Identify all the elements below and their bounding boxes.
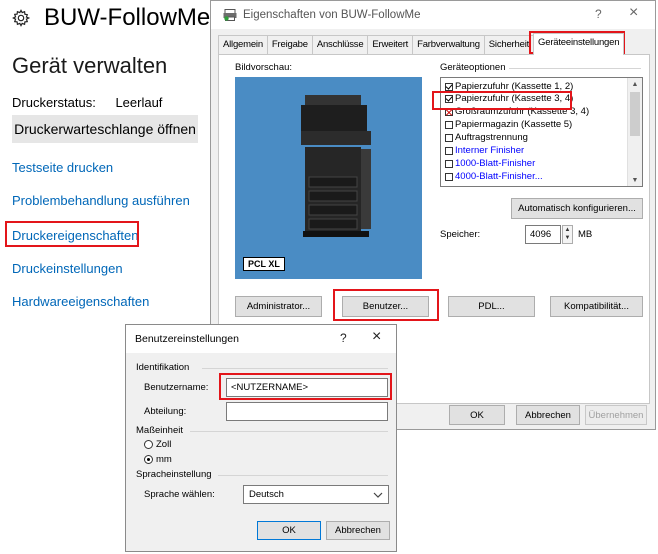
user-settings-dialog: Benutzereinstellungen ? × Identifikation… xyxy=(125,324,397,552)
checkbox-icon[interactable] xyxy=(445,172,453,181)
memory-spinner[interactable]: ▲ ▼ xyxy=(562,225,573,244)
list-item[interactable]: 1000-Blatt-Finisher xyxy=(445,158,535,169)
user-ok-button[interactable]: OK xyxy=(257,521,321,540)
tab-security[interactable]: Sicherheit xyxy=(483,35,535,55)
tab-advanced[interactable]: Erweitert xyxy=(367,35,414,55)
tab-color-management[interactable]: Farbverwaltung xyxy=(412,35,485,55)
preview-label: Bildvorschau: xyxy=(235,62,293,73)
printer-icon xyxy=(223,9,237,21)
language-value: Deutsch xyxy=(249,489,284,500)
checkbox-icon[interactable] xyxy=(445,146,453,155)
manage-device-heading: Gerät verwalten xyxy=(12,53,168,78)
tab-device-settings[interactable]: Geräteeinstellungen xyxy=(533,33,625,55)
properties-dialog-title: Eigenschaften von BUW-FollowMe xyxy=(243,9,421,21)
properties-apply-button[interactable]: Übernehmen xyxy=(585,405,647,425)
spin-down-icon[interactable]: ▼ xyxy=(563,234,572,242)
department-label: Abteilung: xyxy=(144,406,187,417)
options-separator xyxy=(509,68,641,69)
printer-title: BUW-FollowMe xyxy=(12,4,210,32)
printer-illustration xyxy=(301,95,371,237)
checkbox-icon[interactable] xyxy=(445,120,453,129)
memory-label: Speicher: xyxy=(440,229,481,240)
status-label: Druckerstatus: xyxy=(12,95,96,110)
properties-help-button[interactable]: ? xyxy=(595,7,602,21)
spin-up-icon[interactable]: ▲ xyxy=(563,226,572,234)
auto-configure-button[interactable]: Automatisch konfigurieren... xyxy=(511,198,643,219)
identification-separator xyxy=(202,368,388,369)
checkbox-icon[interactable] xyxy=(445,133,453,142)
user-dialog-title: Benutzereinstellungen xyxy=(135,333,239,345)
unit-mm-option[interactable]: mm xyxy=(144,454,172,465)
language-select[interactable]: Deutsch xyxy=(243,485,389,504)
printing-preferences-link[interactable]: Druckeinstellungen xyxy=(12,261,123,276)
language-section: Spracheinstellung xyxy=(136,469,212,480)
properties-ok-button[interactable]: OK xyxy=(449,405,505,425)
administrator-button[interactable]: Administrator... xyxy=(235,296,322,317)
radio-selected-icon[interactable] xyxy=(144,455,153,464)
printer-status: Druckerstatus: Leerlauf xyxy=(12,95,178,110)
properties-tabbar: Allgemein Freigabe Anschlüsse Erweitert … xyxy=(218,33,625,55)
checkbox-checked-icon[interactable] xyxy=(445,82,453,91)
printer-name: BUW-FollowMe xyxy=(44,4,211,31)
list-item[interactable]: Papiermagazin (Kassette 5) xyxy=(445,119,572,130)
unit-inch-option[interactable]: Zoll xyxy=(144,439,171,450)
radio-icon[interactable] xyxy=(144,440,153,449)
checkbox-icon[interactable] xyxy=(445,159,453,168)
user-button[interactable]: Benutzer... xyxy=(342,296,429,317)
memory-input[interactable]: 4096 xyxy=(525,225,561,244)
list-item[interactable]: Papierzufuhr (Kassette 3, 4) xyxy=(445,93,573,104)
department-field[interactable] xyxy=(226,402,388,421)
unit-section: Maßeinheit xyxy=(136,425,183,436)
chevron-down-icon xyxy=(373,492,383,498)
checkbox-checked-icon[interactable] xyxy=(445,94,453,103)
properties-titlebar: Eigenschaften von BUW-FollowMe xyxy=(211,1,655,29)
device-options-label: Geräteoptionen xyxy=(440,62,506,73)
pcl-xl-badge: PCL XL xyxy=(243,257,285,271)
print-test-page-link[interactable]: Testseite drucken xyxy=(12,160,113,175)
list-item[interactable]: 4000-Blatt-Finisher... xyxy=(445,171,543,182)
troubleshoot-link[interactable]: Problembehandlung ausführen xyxy=(12,193,190,208)
identification-section: Identifikation xyxy=(136,362,190,373)
properties-close-button[interactable]: × xyxy=(629,4,638,22)
status-value: Leerlauf xyxy=(115,95,163,110)
user-cancel-button[interactable]: Abbrechen xyxy=(326,521,390,540)
scroll-down-icon[interactable]: ▼ xyxy=(628,174,642,186)
memory-unit: MB xyxy=(578,229,593,240)
user-close-button[interactable]: × xyxy=(372,328,381,346)
hardware-properties-link[interactable]: Hardwareeigenschaften xyxy=(12,294,149,309)
printer-preview-image: PCL XL xyxy=(235,77,422,279)
list-item[interactable]: Großraumzufuhr (Kassette 3, 4) xyxy=(445,106,589,117)
language-label: Sprache wählen: xyxy=(144,489,215,500)
compatibility-button[interactable]: Kompatibilität... xyxy=(550,296,643,317)
open-queue-button[interactable]: Druckerwarteschlange öffnen xyxy=(12,115,198,143)
user-help-button[interactable]: ? xyxy=(340,331,347,345)
list-item[interactable]: Papierzufuhr (Kassette 1, 2) xyxy=(445,81,573,92)
unit-separator xyxy=(190,431,388,432)
tab-general[interactable]: Allgemein xyxy=(218,35,268,55)
list-item[interactable]: Auftragstrennung xyxy=(445,132,528,143)
scroll-up-icon[interactable]: ▲ xyxy=(628,78,642,90)
options-scrollbar[interactable]: ▲ ▼ xyxy=(627,78,642,186)
tab-sharing[interactable]: Freigabe xyxy=(266,35,313,55)
language-separator xyxy=(218,475,388,476)
username-field[interactable]: <NUTZERNAME> xyxy=(226,378,388,397)
tab-ports[interactable]: Anschlüsse xyxy=(311,35,369,55)
scrollbar-thumb[interactable] xyxy=(630,92,640,136)
gear-icon xyxy=(12,9,30,27)
checkbox-crossed-icon[interactable] xyxy=(445,107,453,116)
properties-cancel-button[interactable]: Abbrechen xyxy=(516,405,580,425)
device-options-list[interactable]: Papierzufuhr (Kassette 1, 2) Papierzufuh… xyxy=(440,77,643,187)
username-label: Benutzername: xyxy=(144,382,209,393)
list-item[interactable]: Interner Finisher xyxy=(445,145,524,156)
printer-properties-link[interactable]: Druckereigenschaften xyxy=(12,228,138,243)
pdl-button[interactable]: PDL... xyxy=(448,296,535,317)
